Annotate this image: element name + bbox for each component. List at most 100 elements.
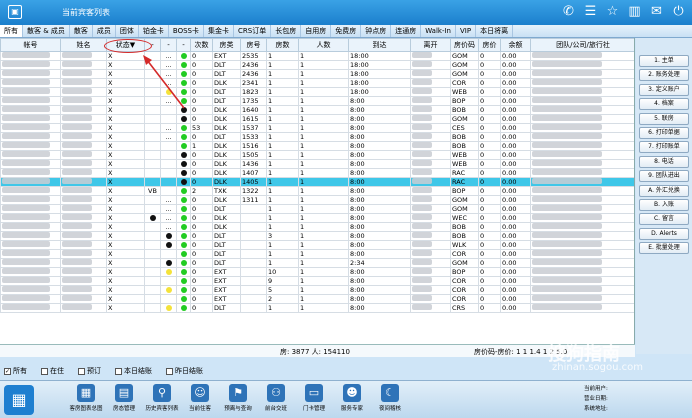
column-header[interactable]: 房价 bbox=[478, 38, 501, 52]
table-row[interactable]: X 0 DLK 1436 1 1 8:00 WEB 0 0.00 bbox=[0, 159, 634, 169]
table-row[interactable]: X... 53 DLK 1537 1 1 8:00 CES 0 0.00 bbox=[0, 123, 634, 133]
checkbox[interactable]: ✓ bbox=[4, 367, 11, 375]
bottom-nav-item-6[interactable]: ▭ 门卡管理 bbox=[294, 384, 334, 412]
table-row[interactable]: X 0 EXT 9 1 8:00 COR 0 0.00 bbox=[0, 276, 634, 286]
column-header[interactable]: - bbox=[176, 38, 191, 52]
table-row[interactable]: X... 0 DLK 1 1 8:00 BOB 0 0.00 bbox=[0, 222, 634, 232]
filter-3[interactable]: 本日结账 bbox=[115, 366, 152, 376]
tab-0[interactable]: 所有 bbox=[0, 25, 23, 37]
table-row[interactable]: X 0 DLK 1405 1 1 8:00 RAC 0 0.00 bbox=[0, 177, 634, 187]
tab-5[interactable]: 铂金卡 bbox=[139, 25, 169, 37]
column-header[interactable]: 房类 bbox=[212, 38, 241, 52]
column-header[interactable]: 姓名 bbox=[60, 38, 107, 52]
column-header[interactable]: 房价码 bbox=[450, 38, 479, 52]
tab-11[interactable]: 免费房 bbox=[331, 25, 362, 37]
table-row[interactable]: X... 0 DLT 1533 1 1 8:00 BOB 0 0.00 bbox=[0, 132, 634, 142]
sidebar-button-3[interactable]: 4. 档案 bbox=[639, 98, 689, 111]
bottom-nav-item-3[interactable]: ☺ 当前住客 bbox=[180, 384, 220, 412]
table-row[interactable]: X... 0 DLK 1 1 8:00 WEC 0 0.00 bbox=[0, 213, 634, 223]
sidebar-button-0[interactable]: 1. 主单 bbox=[639, 55, 689, 67]
bottom-nav-item-5[interactable]: ⚇ 前台交班 bbox=[256, 384, 296, 412]
table-row[interactable]: X... 0 DLK 2341 1 1 18:00 COR 0 0.00 bbox=[0, 78, 634, 88]
bars-icon[interactable]: ▥ bbox=[627, 3, 642, 20]
table-row[interactable]: X VB 2 TXK 1322 1 1 8:00 BOP 0 0.00 bbox=[0, 186, 634, 196]
bottom-nav-item-2[interactable]: ⚲ 历史宾客列表 bbox=[142, 384, 182, 412]
column-header[interactable]: 帐号 bbox=[0, 38, 61, 52]
checkbox[interactable] bbox=[41, 367, 48, 375]
bottom-nav-item-7[interactable]: ☻ 服务专家 bbox=[332, 384, 372, 412]
tab-12[interactable]: 钟点房 bbox=[361, 25, 392, 37]
column-header[interactable]: - bbox=[160, 38, 177, 52]
table-row[interactable]: X 0 DLK 1615 1 1 8:00 GOM 0 0.00 bbox=[0, 114, 634, 124]
tab-2[interactable]: 散客 bbox=[70, 25, 93, 37]
table-row[interactable]: X 1 DLK 1516 1 1 8:00 BOB 0 0.00 bbox=[0, 141, 634, 151]
table-row[interactable]: X... 0 DLT 1735 1 1 8:00 BOP 0 0.00 bbox=[0, 96, 634, 106]
sidebar-button-8[interactable]: 9. 团队进出 bbox=[639, 170, 689, 183]
bottom-nav-item-4[interactable]: ⚑ 预离与查询 bbox=[218, 384, 258, 412]
column-header[interactable]: 房数 bbox=[266, 38, 299, 52]
table-row[interactable]: X 0 EXT 2 1 8:00 COR 0 0.00 bbox=[0, 294, 634, 304]
table-row[interactable]: X 0 DLT 3 1 8:00 BOB 0 0.00 bbox=[0, 231, 634, 241]
tab-13[interactable]: 连通房 bbox=[391, 25, 422, 37]
table-row[interactable]: X... 0 DLK 1311 1 1 8:00 GOM 0 0.00 bbox=[0, 195, 634, 205]
power-icon[interactable]: ⏻ bbox=[671, 3, 686, 20]
tab-14[interactable]: Walk-In bbox=[421, 25, 456, 37]
column-header[interactable]: 余额 bbox=[500, 38, 531, 52]
sidebar-button-5[interactable]: 6. 打印单据 bbox=[639, 127, 689, 139]
tab-10[interactable]: 自用房 bbox=[301, 25, 332, 37]
table-row[interactable]: X 0 DLT 1 1 8:00 WLK 0 0.00 bbox=[0, 240, 634, 250]
tab-16[interactable]: 本日将离 bbox=[476, 25, 514, 37]
column-header[interactable]: 状态▼ bbox=[106, 38, 145, 52]
table-row[interactable]: X 0 DLK 1505 1 1 8:00 WEB 0 0.00 bbox=[0, 150, 634, 160]
sidebar-button-11[interactable]: C. 留言 bbox=[639, 213, 689, 226]
filter-4[interactable]: 昨日结账 bbox=[166, 366, 203, 376]
table-row[interactable]: X 0 DLK 1640 1 1 8:00 BOB 0 0.00 bbox=[0, 105, 634, 115]
bottom-nav-item-0[interactable]: ▦ 客房图表总图 bbox=[66, 384, 106, 412]
sidebar-button-9[interactable]: A. 外汇兑换 bbox=[639, 184, 689, 197]
column-header[interactable]: 团队/公司/旅行社 bbox=[530, 38, 634, 52]
filter-2[interactable]: 预订 bbox=[78, 366, 101, 376]
tab-4[interactable]: 团体 bbox=[116, 25, 139, 37]
sidebar-button-6[interactable]: 7. 打印账单 bbox=[639, 141, 689, 154]
column-header[interactable]: - bbox=[144, 38, 161, 52]
phone-icon[interactable]: ✆ bbox=[561, 3, 576, 20]
table-row[interactable]: X... 0 DLT 2436 1 1 18:00 GOM 0 0.00 bbox=[0, 60, 634, 70]
checkbox[interactable] bbox=[78, 367, 85, 375]
table-row[interactable]: X 0 DLT 1 1 8:00 COR 0 0.00 bbox=[0, 249, 634, 259]
sidebar-button-10[interactable]: B. 入账 bbox=[639, 199, 689, 211]
column-header[interactable]: 人数 bbox=[298, 38, 349, 52]
bottom-nav-item-8[interactable]: ☾ 夜间稽核 bbox=[370, 384, 410, 412]
mail-icon[interactable]: ✉ bbox=[649, 3, 664, 20]
tab-1[interactable]: 散客 & 成员 bbox=[23, 25, 70, 37]
settings-icon[interactable]: ☰ bbox=[583, 3, 598, 20]
table-row[interactable]: X 0 DLK 1407 1 1 8:00 RAC 0 0.00 bbox=[0, 168, 634, 178]
sidebar-button-13[interactable]: E. 批量处理 bbox=[639, 242, 689, 255]
table-row[interactable]: X 0 EXT 5 1 8:00 COR 0 0.00 bbox=[0, 285, 634, 295]
column-header[interactable]: 房号 bbox=[240, 38, 267, 52]
table-row[interactable]: X... 0 EXT 2535 1 1 18:00 GOM 0 0.00 bbox=[0, 51, 634, 61]
column-header[interactable]: 次数 bbox=[190, 38, 213, 52]
sidebar-button-7[interactable]: 8. 电话 bbox=[639, 155, 689, 168]
sidebar-button-2[interactable]: 3. 定义账户 bbox=[639, 83, 689, 96]
tab-3[interactable]: 成员 bbox=[93, 25, 116, 37]
table-row[interactable]: X... 0 DLT 1 1 8:00 GOM 0 0.00 bbox=[0, 204, 634, 214]
table-row[interactable]: X 0 EXT 10 1 8:00 BOP 0 0.00 bbox=[0, 267, 634, 277]
sidebar-button-12[interactable]: D. Alerts bbox=[639, 227, 689, 240]
filter-1[interactable]: 在住 bbox=[41, 366, 64, 376]
checkbox[interactable] bbox=[115, 367, 122, 375]
table-row[interactable]: X 0 DLT 1823 1 1 18:00 WEB 0 0.00 bbox=[0, 87, 634, 97]
tab-15[interactable]: VIP bbox=[456, 25, 477, 37]
checkbox[interactable] bbox=[166, 367, 173, 375]
table-row[interactable]: X 0 DLT 1 1 2:34 GOM 0 0.00 bbox=[0, 258, 634, 268]
column-header[interactable]: 离开 bbox=[410, 38, 451, 52]
table-row[interactable]: X... 0 DLT 2436 1 1 18:00 GOM 0 0.00 bbox=[0, 69, 634, 79]
sidebar-button-4[interactable]: 5. 联房 bbox=[639, 112, 689, 125]
filter-0[interactable]: ✓ 所有 bbox=[4, 366, 27, 376]
bottom-nav-item-1[interactable]: ▤ 房态管理 bbox=[104, 384, 144, 412]
tab-6[interactable]: BOSS卡 bbox=[169, 25, 204, 37]
tab-9[interactable]: 长包房 bbox=[271, 25, 302, 37]
column-header[interactable]: 到达 bbox=[348, 38, 411, 52]
tab-7[interactable]: 集金卡 bbox=[204, 25, 234, 37]
tab-8[interactable]: CRS订单 bbox=[234, 25, 272, 37]
table-row[interactable]: X 0 DLT 1 1 8:00 CRS 0 0.00 bbox=[0, 303, 634, 313]
